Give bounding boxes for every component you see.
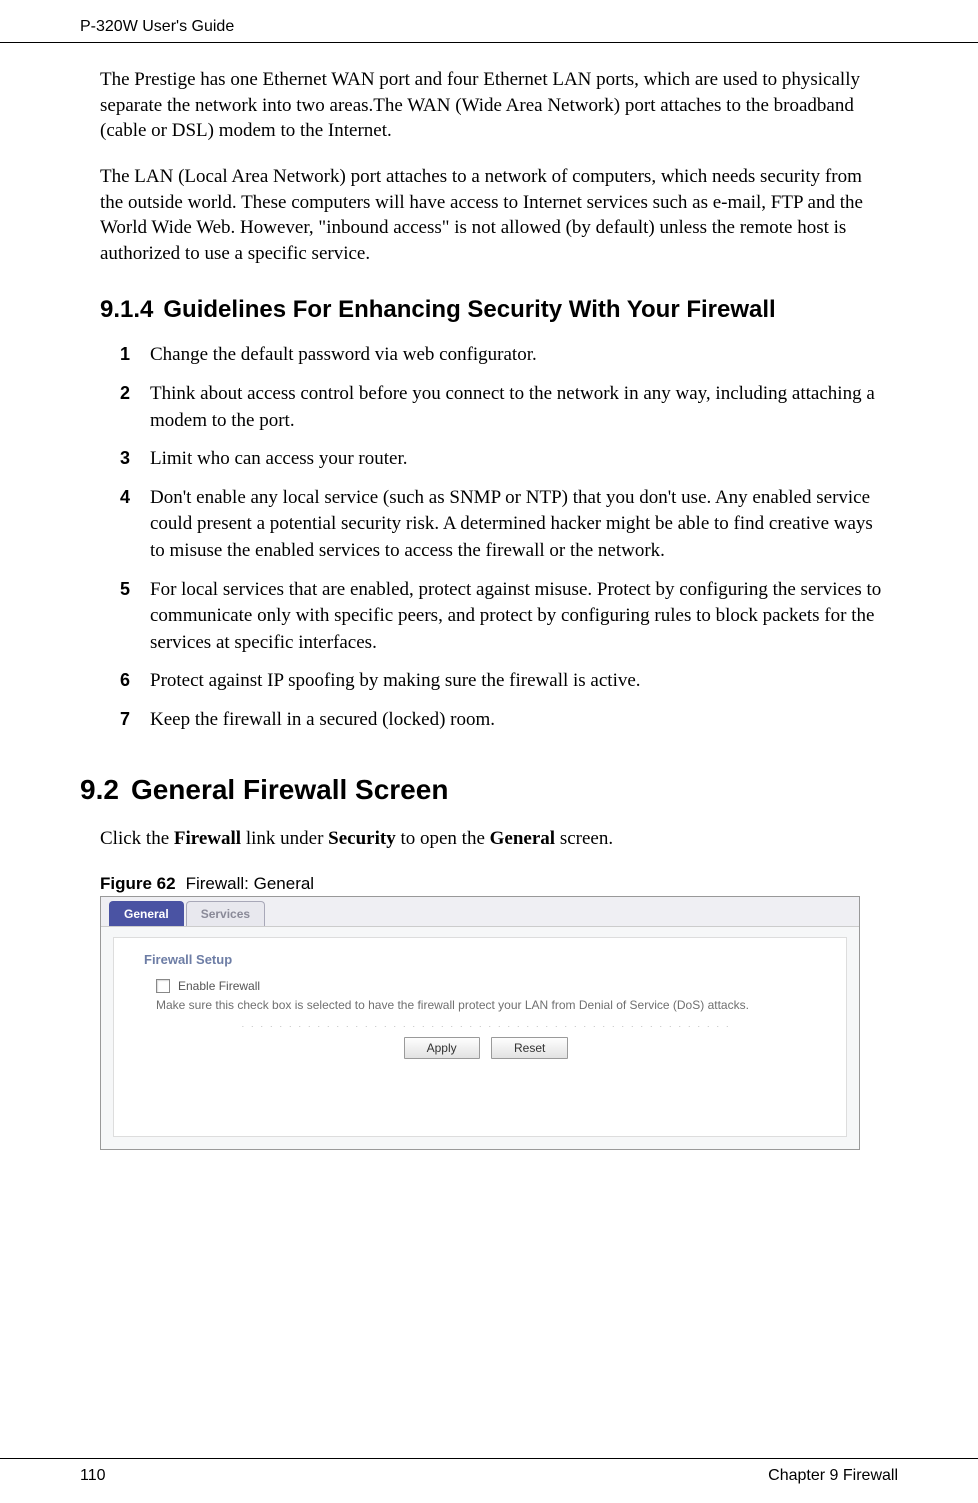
enable-firewall-row: Enable Firewall (156, 979, 828, 993)
text-fragment: to open the (396, 828, 490, 849)
list-item: 1Change the default password via web con… (130, 342, 888, 369)
page-header: P-320W User's Guide (0, 0, 978, 43)
apply-button[interactable]: Apply (404, 1037, 480, 1059)
body-paragraph-1: The Prestige has one Ethernet WAN port a… (100, 67, 888, 144)
section-intro: Click the Firewall link under Security t… (100, 828, 888, 850)
section-heading-914: 9.1.4 Guidelines For Enhancing Security W… (100, 296, 888, 324)
item-number: 4 (120, 485, 130, 510)
chapter-label: Chapter 9 Firewall (768, 1467, 898, 1485)
main-content: The Prestige has one Ethernet WAN port a… (0, 67, 978, 1150)
tab-bar: General Services (101, 897, 859, 927)
firewall-general-screenshot: General Services Firewall Setup Enable F… (100, 896, 860, 1150)
item-text: Think about access control before you co… (150, 383, 875, 431)
item-number: 1 (120, 342, 130, 367)
panel-body: Firewall Setup Enable Firewall Make sure… (113, 937, 847, 1137)
item-number: 3 (120, 446, 130, 471)
figure-caption: Figure 62 Firewall: General (100, 874, 888, 894)
list-item: 3Limit who can access your router. (130, 446, 888, 473)
text-fragment: Click the (100, 828, 174, 849)
tab-services[interactable]: Services (186, 901, 265, 926)
section-heading-92: 9.2 General Firewall Screen (80, 774, 888, 806)
reset-button[interactable]: Reset (491, 1037, 568, 1059)
divider-dots: · · · · · · · · · · · · · · · · · · · · … (144, 1021, 828, 1031)
page-footer: 110 Chapter 9 Firewall (0, 1458, 978, 1485)
item-text: Keep the firewall in a secured (locked) … (150, 709, 495, 730)
list-item: 7Keep the firewall in a secured (locked)… (130, 707, 888, 734)
button-row: Apply Reset (144, 1037, 828, 1059)
bold-security: Security (328, 828, 396, 849)
figure-number: Figure 62 (100, 874, 176, 893)
list-item: 2Think about access control before you c… (130, 381, 888, 434)
heading-title: Guidelines For Enhancing Security With Y… (163, 296, 775, 323)
guidelines-list: 1 Change the default password via web con… (100, 342, 888, 733)
list-item: 6Protect against IP spoofing by making s… (130, 668, 888, 695)
item-number: 5 (120, 577, 130, 602)
item-text: Don't enable any local service (such as … (150, 487, 873, 561)
enable-firewall-checkbox[interactable] (156, 979, 170, 993)
header-guide-title: P-320W User's Guide (80, 18, 234, 36)
panel-title: Firewall Setup (144, 952, 828, 967)
text-fragment: link under (241, 828, 328, 849)
tab-general[interactable]: General (109, 901, 184, 926)
firewall-description: Make sure this check box is selected to … (156, 997, 808, 1013)
text-fragment: screen. (555, 828, 613, 849)
enable-firewall-label: Enable Firewall (178, 979, 260, 993)
item-text: Limit who can access your router. (150, 448, 407, 469)
item-text: Protect against IP spoofing by making su… (150, 670, 641, 691)
heading-number: 9.1.4 (100, 296, 153, 323)
bold-general: General (490, 828, 555, 849)
item-text: Change the default password via web conf… (150, 344, 537, 365)
item-number: 7 (120, 707, 130, 732)
list-item: 4Don't enable any local service (such as… (130, 485, 888, 565)
bold-firewall: Firewall (174, 828, 241, 849)
heading-title: General Firewall Screen (131, 774, 449, 805)
list-item: 5For local services that are enabled, pr… (130, 577, 888, 657)
figure-title: Firewall: General (186, 874, 315, 893)
heading-number: 9.2 (80, 774, 119, 805)
body-paragraph-2: The LAN (Local Area Network) port attach… (100, 164, 888, 267)
item-text: For local services that are enabled, pro… (150, 579, 881, 653)
page-number: 110 (80, 1467, 106, 1485)
item-number: 2 (120, 381, 130, 406)
item-number: 6 (120, 668, 130, 693)
